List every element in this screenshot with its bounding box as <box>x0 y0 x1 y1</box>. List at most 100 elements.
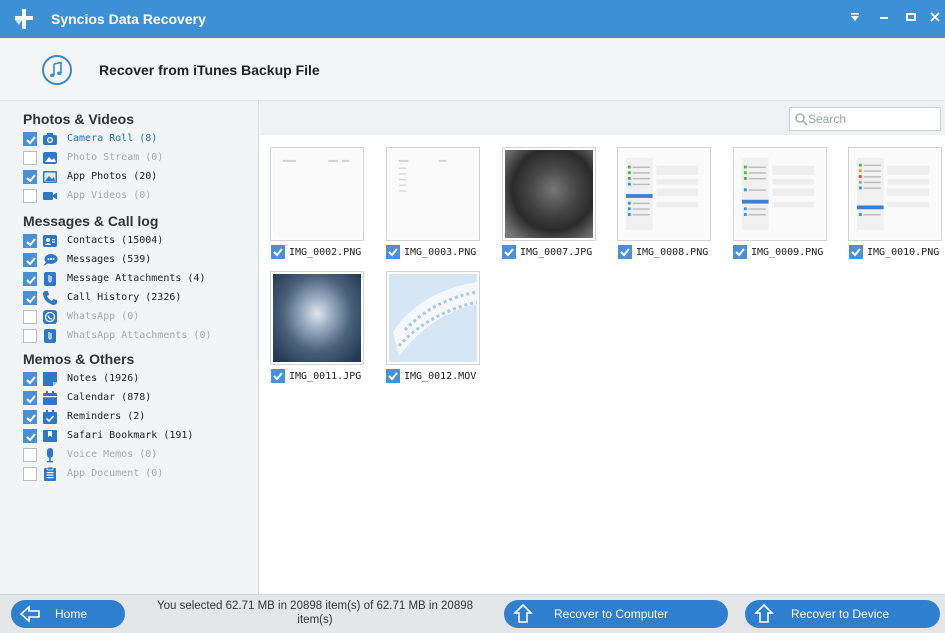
checkbox[interactable] <box>23 410 37 424</box>
camera-icon <box>43 133 57 145</box>
checkbox[interactable] <box>502 245 516 259</box>
file-item-img-0011[interactable]: IMG_0011.JPG <box>271 369 389 385</box>
sidebar-item-photo-stream[interactable]: Photo Stream (0) <box>23 150 253 168</box>
sidebar-item-message-attachments[interactable]: Message Attachments (4) <box>23 271 253 289</box>
file-item-img-0012[interactable]: IMG_0012.MOV <box>386 369 504 385</box>
video-preview <box>389 274 477 362</box>
thumbnail-img-0010[interactable] <box>848 147 942 241</box>
menu-dropdown-icon[interactable] <box>845 9 865 29</box>
file-name: IMG_0008.PNG <box>636 247 709 258</box>
checkbox[interactable] <box>23 329 37 343</box>
maximize-icon[interactable] <box>901 9 921 29</box>
file-name: IMG_0002.PNG <box>289 247 362 258</box>
sidebar-item-whatsapp-attachments[interactable]: WhatsApp Attachments (0) <box>23 328 253 346</box>
sidebar-item-label: App Photos (20) <box>67 171 158 182</box>
sidebar-item-calendar[interactable]: Calendar (878) <box>23 390 253 408</box>
checkbox[interactable] <box>23 391 37 405</box>
sidebar-item-label: Photo Stream (0) <box>67 152 164 163</box>
checkbox[interactable] <box>23 448 37 462</box>
sidebar-item-camera-roll[interactable]: Camera Roll (8) <box>23 131 253 149</box>
sidebar-item-label: App Document (0) <box>67 468 164 479</box>
home-button-label: Home <box>55 607 88 621</box>
thumbnail-img-0002[interactable] <box>270 147 364 241</box>
status-line-2: item(s) <box>297 614 333 626</box>
sidebar-item-label: Message Attachments (4) <box>67 273 206 284</box>
photo-preview <box>273 274 361 362</box>
arrow-up-icon <box>754 604 774 623</box>
thumbnail-img-0008[interactable] <box>617 147 711 241</box>
thumbnail-img-0007[interactable] <box>502 147 596 241</box>
attachment-icon <box>44 272 56 286</box>
checkbox[interactable] <box>271 245 285 259</box>
file-item-img-0010[interactable]: IMG_0010.PNG <box>849 245 943 261</box>
calendar-icon <box>43 391 57 405</box>
checkbox[interactable] <box>23 429 37 443</box>
file-name: IMG_0011.JPG <box>289 371 362 382</box>
checkbox[interactable] <box>23 372 37 386</box>
thumbnail-img-0003[interactable] <box>386 147 480 241</box>
screenshot-preview <box>851 150 939 238</box>
sidebar-item-call-history[interactable]: Call History (2326) <box>23 290 253 308</box>
sidebar-item-label: Contacts (15004) <box>67 235 164 246</box>
recover-to-computer-button[interactable]: Recover to Computer <box>504 600 728 628</box>
whatsapp-attachment-icon <box>44 329 56 343</box>
sidebar-item-label: Calendar (878) <box>67 392 152 403</box>
sidebar-item-label: Safari Bookmark (191) <box>67 430 194 441</box>
checkbox[interactable] <box>23 189 37 203</box>
section-title-photos-videos: Photos & Videos <box>23 111 134 127</box>
minimize-icon[interactable] <box>874 9 894 29</box>
file-item-img-0008[interactable]: IMG_0008.PNG <box>618 245 736 261</box>
checkbox[interactable] <box>23 151 37 165</box>
file-item-img-0002[interactable]: IMG_0002.PNG <box>271 245 389 261</box>
checkbox[interactable] <box>849 245 863 259</box>
checkbox[interactable] <box>23 467 37 481</box>
file-name: IMG_0003.PNG <box>404 247 477 258</box>
file-item-img-0009[interactable]: IMG_0009.PNG <box>733 245 851 261</box>
checkbox[interactable] <box>23 272 37 286</box>
checkbox[interactable] <box>386 369 400 383</box>
thumbnail-img-0011[interactable] <box>270 271 364 365</box>
recover-to-device-label: Recover to Device <box>791 607 890 621</box>
file-item-img-0007[interactable]: IMG_0007.JPG <box>502 245 620 261</box>
sidebar-item-label: Call History (2326) <box>67 292 182 303</box>
sidebar-item-app-videos[interactable]: App Videos (0) <box>23 188 253 206</box>
title-bar: Syncios Data Recovery <box>0 0 945 38</box>
bookmark-icon <box>43 430 57 442</box>
selection-status: You selected 62.71 MB in 20898 item(s) o… <box>135 599 495 627</box>
sidebar-item-reminders[interactable]: Reminders (2) <box>23 409 253 427</box>
app-logo-icon <box>15 9 33 29</box>
recover-to-device-button[interactable]: Recover to Device <box>745 600 940 628</box>
checkbox[interactable] <box>271 369 285 383</box>
sidebar-item-safari-bookmark[interactable]: Safari Bookmark (191) <box>23 428 253 446</box>
photo-preview <box>505 150 593 238</box>
sidebar-item-app-photos[interactable]: App Photos (20) <box>23 169 253 187</box>
sidebar-item-messages[interactable]: Messages (539) <box>23 252 253 270</box>
checkbox[interactable] <box>23 234 37 248</box>
checkbox[interactable] <box>386 245 400 259</box>
close-icon[interactable] <box>925 9 945 29</box>
checkbox[interactable] <box>733 245 747 259</box>
checkbox[interactable] <box>23 170 37 184</box>
sidebar-item-contacts[interactable]: Contacts (15004) <box>23 233 253 251</box>
thumbnail-img-0009[interactable] <box>733 147 827 241</box>
checkbox[interactable] <box>23 291 37 305</box>
search-input[interactable]: Search <box>789 107 941 131</box>
page-title: Recover from iTunes Backup File <box>99 62 320 78</box>
page-header: Recover from iTunes Backup File <box>0 38 945 101</box>
screenshot-preview <box>273 150 361 238</box>
sidebar-item-label: Camera Roll (8) <box>67 133 158 144</box>
film-strip-icon <box>389 274 477 362</box>
checkbox[interactable] <box>23 253 37 267</box>
sidebar-item-app-document[interactable]: App Document (0) <box>23 466 253 484</box>
checkbox[interactable] <box>618 245 632 259</box>
sidebar-item-notes[interactable]: Notes (1926) <box>23 371 253 389</box>
search-icon <box>795 113 808 126</box>
thumbnail-img-0012[interactable] <box>386 271 480 365</box>
checkbox[interactable] <box>23 132 37 146</box>
content-toolbar: Search <box>260 101 945 135</box>
checkbox[interactable] <box>23 310 37 324</box>
home-button[interactable]: Home <box>11 600 125 628</box>
sidebar-item-whatsapp[interactable]: WhatsApp (0) <box>23 309 253 327</box>
sidebar-item-voice-memos[interactable]: Voice Memos (0) <box>23 447 253 465</box>
file-item-img-0003[interactable]: IMG_0003.PNG <box>386 245 504 261</box>
